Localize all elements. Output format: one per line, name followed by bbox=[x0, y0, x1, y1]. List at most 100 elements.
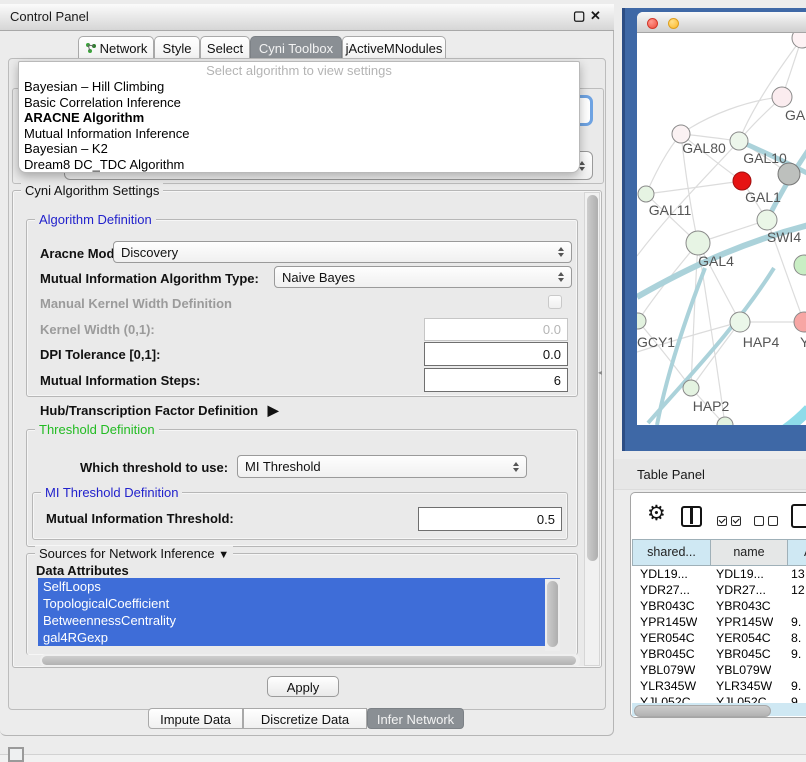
sources-title-row[interactable]: Sources for Network Inference ▼ bbox=[35, 546, 233, 561]
dropdown-item[interactable]: Mutual Information Inference bbox=[19, 126, 579, 142]
network-node[interactable] bbox=[792, 33, 806, 48]
stepper-icon bbox=[558, 247, 564, 257]
table-cell: YBL079W bbox=[716, 663, 771, 677]
tab-select[interactable]: Select bbox=[200, 36, 250, 59]
network-node-label: GAL80 bbox=[682, 140, 726, 156]
network-edge[interactable] bbox=[646, 181, 742, 194]
collapse-arrow-icon[interactable]: ▼ bbox=[218, 549, 229, 561]
which-threshold-combobox[interactable]: MI Threshold bbox=[237, 455, 527, 478]
algorithm-dropdown-list[interactable]: Select algorithm to view settings Bayesi… bbox=[18, 61, 580, 173]
attribute-list-item[interactable]: SelfLoops bbox=[38, 578, 560, 595]
mi-threshold-input[interactable]: 0.5 bbox=[418, 507, 562, 531]
close-icon[interactable]: ✕ bbox=[590, 8, 601, 24]
splitter-handle-icon[interactable]: ◂ bbox=[598, 368, 606, 378]
network-node[interactable] bbox=[794, 255, 806, 275]
network-view-frame: GAL80GALGAL10GAL1GAL11SWI4GAL4GCY1HAP4YH… bbox=[622, 8, 806, 451]
close-traffic-light-icon[interactable] bbox=[647, 18, 658, 29]
settings-vscrollbar[interactable] bbox=[584, 192, 600, 666]
threshold-definition-title: Threshold Definition bbox=[35, 422, 159, 437]
manual-kernel-checkbox[interactable] bbox=[548, 295, 562, 309]
network-node[interactable] bbox=[730, 312, 750, 332]
network-node[interactable] bbox=[733, 172, 751, 190]
network-node[interactable] bbox=[772, 87, 792, 107]
network-window[interactable]: GAL80GALGAL10GAL1GAL11SWI4GAL4GCY1HAP4YH… bbox=[637, 12, 806, 425]
attribute-list-item[interactable]: gal4RGexp bbox=[38, 629, 560, 646]
table-body: YDL19...YDL19...13YDR27...YDR27...12YBR0… bbox=[631, 566, 806, 703]
control-panel-titlebar[interactable]: Control Panel ▢ ✕ bbox=[0, 4, 614, 31]
data-attributes-list[interactable]: SelfLoopsTopologicalCoefficientBetweenne… bbox=[38, 578, 560, 652]
settings-vscrollbar-thumb[interactable] bbox=[587, 195, 598, 561]
table-row[interactable]: YDR27...YDR27...12 bbox=[631, 582, 806, 598]
network-edge[interactable] bbox=[681, 97, 782, 134]
attribute-list-item[interactable]: TopologicalCoefficient bbox=[38, 595, 560, 612]
tab-style-label: Style bbox=[163, 41, 192, 56]
network-edge[interactable] bbox=[750, 409, 806, 425]
mi-steps-input[interactable]: 6 bbox=[424, 368, 568, 392]
network-node[interactable] bbox=[730, 132, 748, 150]
minimized-panel-icon[interactable] bbox=[8, 747, 24, 762]
table-row[interactable]: YER054CYER054C8. bbox=[631, 630, 806, 646]
network-node[interactable] bbox=[638, 186, 654, 202]
network-node[interactable] bbox=[686, 231, 710, 255]
dropdown-item[interactable]: Bayesian – Hill Climbing bbox=[19, 79, 579, 95]
select-all-checkboxes-icon[interactable] bbox=[717, 512, 741, 530]
table-row[interactable]: YPR145WYPR145W9. bbox=[631, 614, 806, 630]
aracne-mode-combobox[interactable]: Discovery bbox=[113, 241, 572, 263]
network-node[interactable] bbox=[683, 380, 699, 396]
table-cell: YER054C bbox=[716, 631, 771, 645]
attributes-vscrollbar-thumb[interactable] bbox=[547, 581, 558, 647]
dpi-tolerance-input[interactable]: 0.0 bbox=[424, 342, 568, 366]
network-node[interactable] bbox=[637, 313, 646, 329]
table-row[interactable]: YBR043CYBR043C bbox=[631, 598, 806, 614]
settings-hscrollbar[interactable] bbox=[40, 654, 580, 667]
settings-hscrollbar-thumb[interactable] bbox=[42, 656, 576, 665]
network-edge[interactable] bbox=[691, 322, 740, 388]
network-edge[interactable] bbox=[646, 134, 681, 194]
table-cell: 8. bbox=[791, 631, 801, 645]
network-canvas[interactable]: GAL80GALGAL10GAL1GAL11SWI4GAL4GCY1HAP4YH… bbox=[637, 33, 806, 425]
tab-cyni-toolbox[interactable]: Cyni Toolbox bbox=[250, 36, 342, 59]
table-hscrollbar[interactable] bbox=[632, 703, 806, 716]
dropdown-item[interactable]: Dream8 DC_TDC Algorithm bbox=[19, 157, 579, 173]
kernel-width-input[interactable]: 0.0 bbox=[424, 318, 568, 341]
tab-discretize-data[interactable]: Discretize Data bbox=[243, 708, 367, 729]
table-row[interactable]: YLR345WYLR345W9. bbox=[631, 678, 806, 694]
table-panel-titlebar[interactable]: Table Panel bbox=[614, 459, 806, 490]
table-row[interactable]: YDL19...YDL19...13 bbox=[631, 566, 806, 582]
column-header-partial[interactable]: A bbox=[787, 539, 806, 566]
column-header-shared-name[interactable]: shared... bbox=[632, 539, 711, 566]
minimize-traffic-light-icon[interactable] bbox=[668, 18, 679, 29]
table-row[interactable]: YBR045CYBR045C9. bbox=[631, 646, 806, 662]
tab-impute-data[interactable]: Impute Data bbox=[148, 708, 243, 729]
dropdown-item[interactable]: ARACNE Algorithm bbox=[19, 110, 579, 126]
attribute-list-item[interactable]: BetweennessCentrality bbox=[38, 612, 560, 629]
table-cell: YBR045C bbox=[716, 647, 771, 661]
column-layout-icon[interactable] bbox=[681, 506, 702, 527]
apply-button[interactable]: Apply bbox=[267, 676, 339, 697]
table-row[interactable]: YBL079WYBL079W bbox=[631, 662, 806, 678]
zoom-traffic-light-icon[interactable] bbox=[689, 18, 700, 29]
tab-style[interactable]: Style bbox=[154, 36, 200, 59]
tab-jactivemnodules[interactable]: jActiveMNodules bbox=[342, 36, 446, 59]
expand-arrow-icon[interactable]: ▶ bbox=[268, 402, 279, 418]
network-node[interactable] bbox=[778, 163, 800, 185]
tab-network[interactable]: Network bbox=[78, 36, 154, 59]
tab-infer-network[interactable]: Infer Network bbox=[367, 708, 464, 729]
network-edge[interactable] bbox=[739, 38, 802, 141]
table-cell: 13 bbox=[791, 567, 805, 581]
network-node[interactable] bbox=[757, 210, 777, 230]
new-column-icon[interactable] bbox=[791, 504, 806, 528]
deselect-all-checkboxes-icon[interactable] bbox=[754, 512, 778, 530]
float-window-icon[interactable]: ▢ bbox=[573, 8, 585, 24]
table-row[interactable]: YJL052CYJL052C9 bbox=[631, 694, 806, 703]
gear-icon[interactable]: ⚙ bbox=[647, 501, 666, 526]
attributes-vscrollbar[interactable] bbox=[545, 579, 560, 651]
dropdown-item[interactable]: Bayesian – K2 bbox=[19, 141, 579, 157]
table-hscrollbar-thumb[interactable] bbox=[634, 705, 771, 717]
dropdown-item[interactable]: Basic Correlation Inference bbox=[19, 95, 579, 111]
network-window-titlebar[interactable] bbox=[637, 12, 806, 33]
column-header-name[interactable]: name bbox=[710, 539, 788, 566]
mi-type-combobox[interactable]: Naive Bayes bbox=[274, 266, 572, 288]
network-node[interactable] bbox=[794, 312, 806, 332]
hub-definition-toggle[interactable]: Hub/Transcription Factor Definition ▶ bbox=[40, 402, 279, 419]
